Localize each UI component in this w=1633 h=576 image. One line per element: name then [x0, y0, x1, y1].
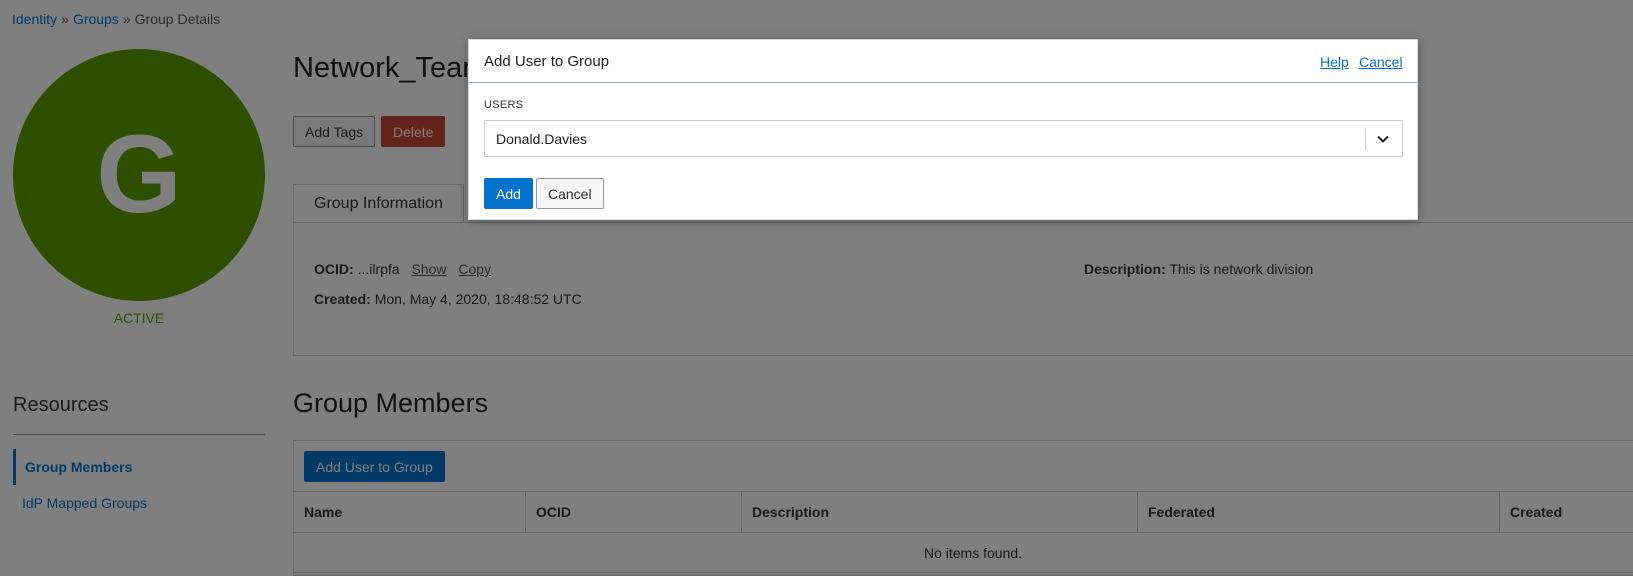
- add-user-to-group-dialog: Add User to Group Help Cancel USERS Dona…: [468, 39, 1418, 220]
- chevron-down-icon[interactable]: [1374, 130, 1392, 148]
- cancel-button[interactable]: Cancel: [536, 178, 604, 209]
- add-button[interactable]: Add: [484, 178, 533, 209]
- users-field-label: USERS: [484, 99, 524, 111]
- select-divider: [1365, 129, 1366, 150]
- users-select-value: Donald.Davies: [496, 131, 588, 147]
- dialog-title: Add User to Group: [484, 53, 610, 70]
- dialog-cancel-link[interactable]: Cancel: [1359, 54, 1403, 70]
- users-select[interactable]: Donald.Davies: [484, 120, 1403, 157]
- dialog-header: Add User to Group Help Cancel: [469, 40, 1417, 83]
- help-link[interactable]: Help: [1320, 54, 1349, 70]
